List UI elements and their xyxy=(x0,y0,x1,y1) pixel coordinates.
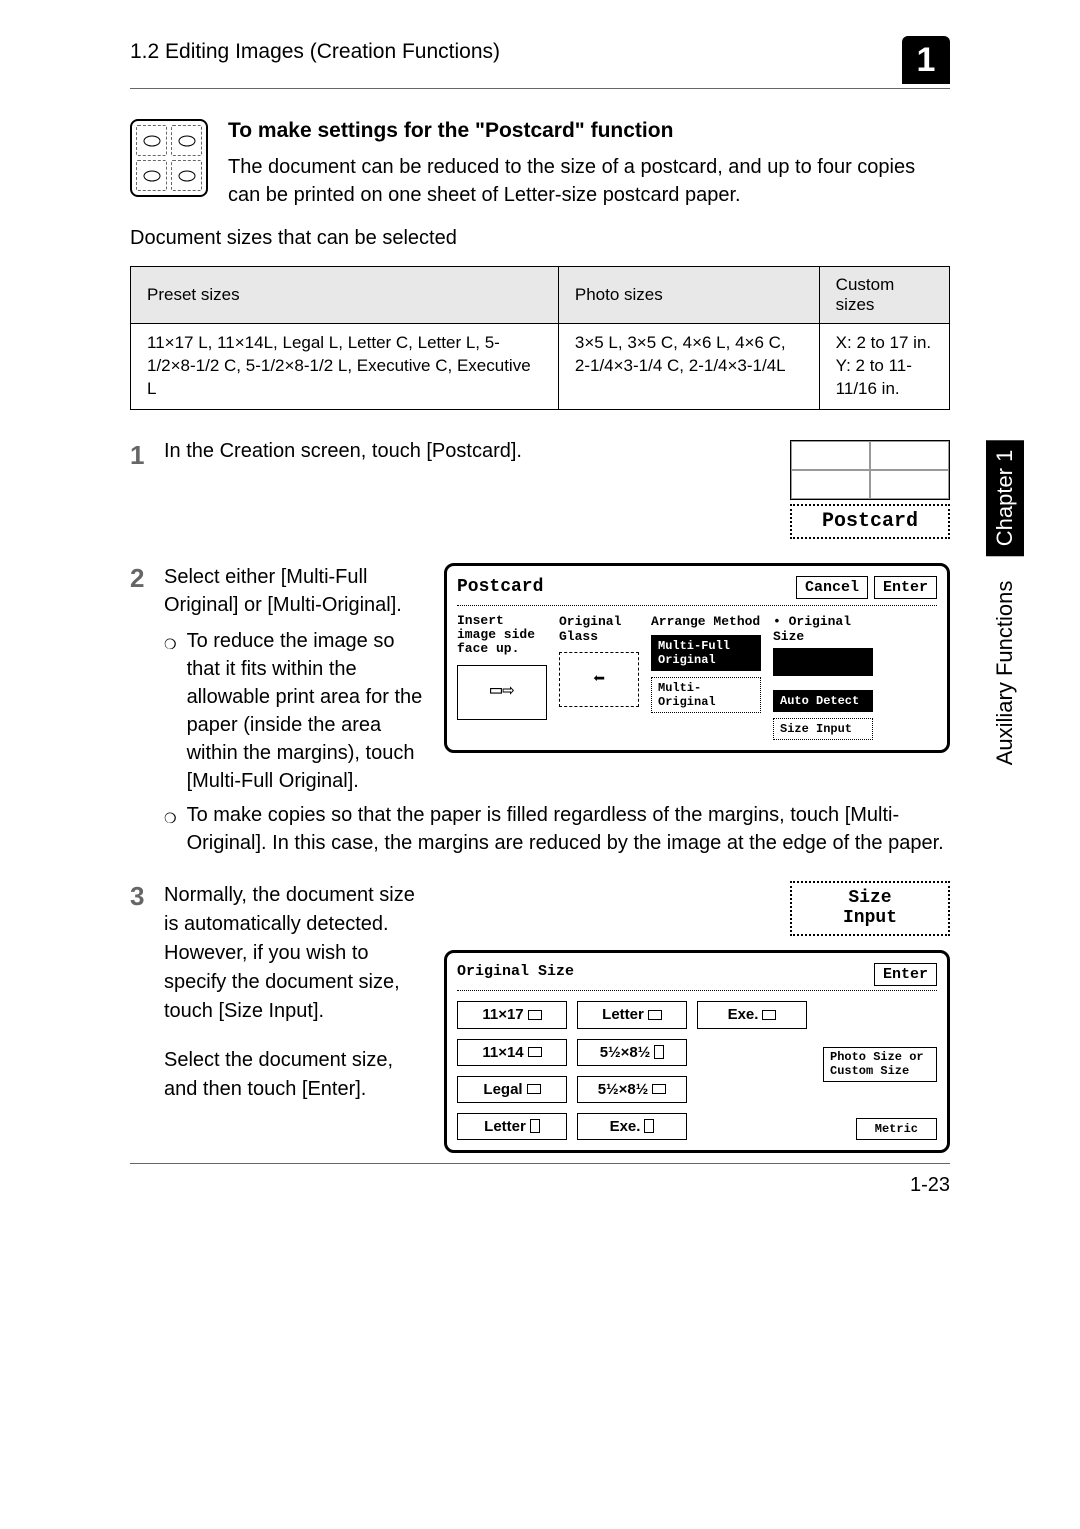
td-photo: 3×5 L, 3×5 C, 4×6 L, 4×6 C, 2-1/4×3-1/4 … xyxy=(558,324,819,410)
arrange-method-label: Arrange Method xyxy=(651,614,761,629)
postcard-panel: Postcard Cancel Enter Insert image side … xyxy=(444,563,950,753)
th-custom: Custom sizes xyxy=(819,267,949,324)
step-number: 3 xyxy=(130,881,150,1153)
step3-p1: Normally, the document size is automatic… xyxy=(164,881,424,1026)
size-5x8-l-button[interactable]: 5½×8½ xyxy=(577,1076,687,1103)
step-number: 1 xyxy=(130,440,150,539)
chapter-badge: 1 xyxy=(902,36,950,84)
panel2-title: Original Size xyxy=(457,963,574,986)
original-size-panel: Original Size Enter 11×17 Letter Exe. 11… xyxy=(444,950,950,1152)
postcard-button-label[interactable]: Postcard xyxy=(790,504,950,539)
postcard-touch-button-thumb: Postcard xyxy=(790,440,950,539)
size-11x14-button[interactable]: 11×14 xyxy=(457,1039,567,1066)
step3-p2: Select the document size, and then touch… xyxy=(164,1046,424,1104)
enter-button[interactable]: Enter xyxy=(874,963,937,986)
auto-detect-button[interactable]: Auto Detect xyxy=(773,690,873,712)
section-paragraph: The document can be reduced to the size … xyxy=(228,153,950,209)
page-header: 1.2 Editing Images (Creation Functions) xyxy=(130,40,902,64)
size-exe-l-button[interactable]: Exe. xyxy=(697,1001,807,1028)
cancel-button[interactable]: Cancel xyxy=(796,576,868,599)
side-chapter-label: Chapter 1 xyxy=(986,440,1024,557)
enter-button[interactable]: Enter xyxy=(874,576,937,599)
step-number: 2 xyxy=(130,563,150,857)
insert-label: Insert image side face up. xyxy=(457,614,547,657)
panel-title: Postcard xyxy=(457,577,543,597)
postcard-function-icon xyxy=(130,119,208,197)
original-glass-label: Original Glass xyxy=(559,614,639,644)
bullet-icon xyxy=(164,627,177,795)
step2-bullet1: To reduce the image so that it fits with… xyxy=(187,627,424,795)
sizes-table: Preset sizes Photo sizes Custom sizes 11… xyxy=(130,266,950,410)
step2-lead: Select either [Multi-Full Original] or [… xyxy=(164,563,424,619)
page-number: 1-23 xyxy=(130,1163,950,1197)
original-size-label: • Original Size xyxy=(773,614,873,644)
step1-text: In the Creation screen, touch [Postcard]… xyxy=(164,440,760,539)
photo-custom-size-button[interactable]: Photo Size or Custom Size xyxy=(823,1047,937,1081)
size-letter-p-button[interactable]: Letter xyxy=(457,1113,567,1140)
metric-button[interactable]: Metric xyxy=(856,1118,937,1140)
size-5x8-p-button[interactable]: 5½×8½ xyxy=(577,1039,687,1066)
original-size-display xyxy=(773,648,873,676)
size-legal-button[interactable]: Legal xyxy=(457,1076,567,1103)
size-11x17-button[interactable]: 11×17 xyxy=(457,1001,567,1028)
multi-full-original-button[interactable]: Multi-Full Original xyxy=(651,635,761,671)
td-custom: X: 2 to 17 in. Y: 2 to 11-11/16 in. xyxy=(819,324,949,410)
multi-original-button[interactable]: Multi-Original xyxy=(651,677,761,713)
td-preset: 11×17 L, 11×14L, Legal L, Letter C, Lett… xyxy=(131,324,559,410)
section-heading: To make settings for the "Postcard" func… xyxy=(228,119,950,143)
size-letter-l-button[interactable]: Letter xyxy=(577,1001,687,1028)
th-preset: Preset sizes xyxy=(131,267,559,324)
doc-sizes-label: Document sizes that can be selected xyxy=(130,227,950,250)
side-aux-label: Auxiliary Functions xyxy=(992,581,1018,766)
size-input-touch-button[interactable]: Size Input xyxy=(790,881,950,937)
side-tab: Auxiliary Functions Chapter 1 xyxy=(986,440,1024,765)
step2-bullet2: To make copies so that the paper is fill… xyxy=(187,801,950,857)
insert-diagram-icon: ▭⇨ xyxy=(457,665,547,720)
size-input-button[interactable]: Size Input xyxy=(773,718,873,740)
th-photo: Photo sizes xyxy=(558,267,819,324)
size-exe-p-button[interactable]: Exe. xyxy=(577,1113,687,1140)
glass-diagram-icon: ⬅ xyxy=(559,652,639,707)
bullet-icon xyxy=(164,801,177,857)
